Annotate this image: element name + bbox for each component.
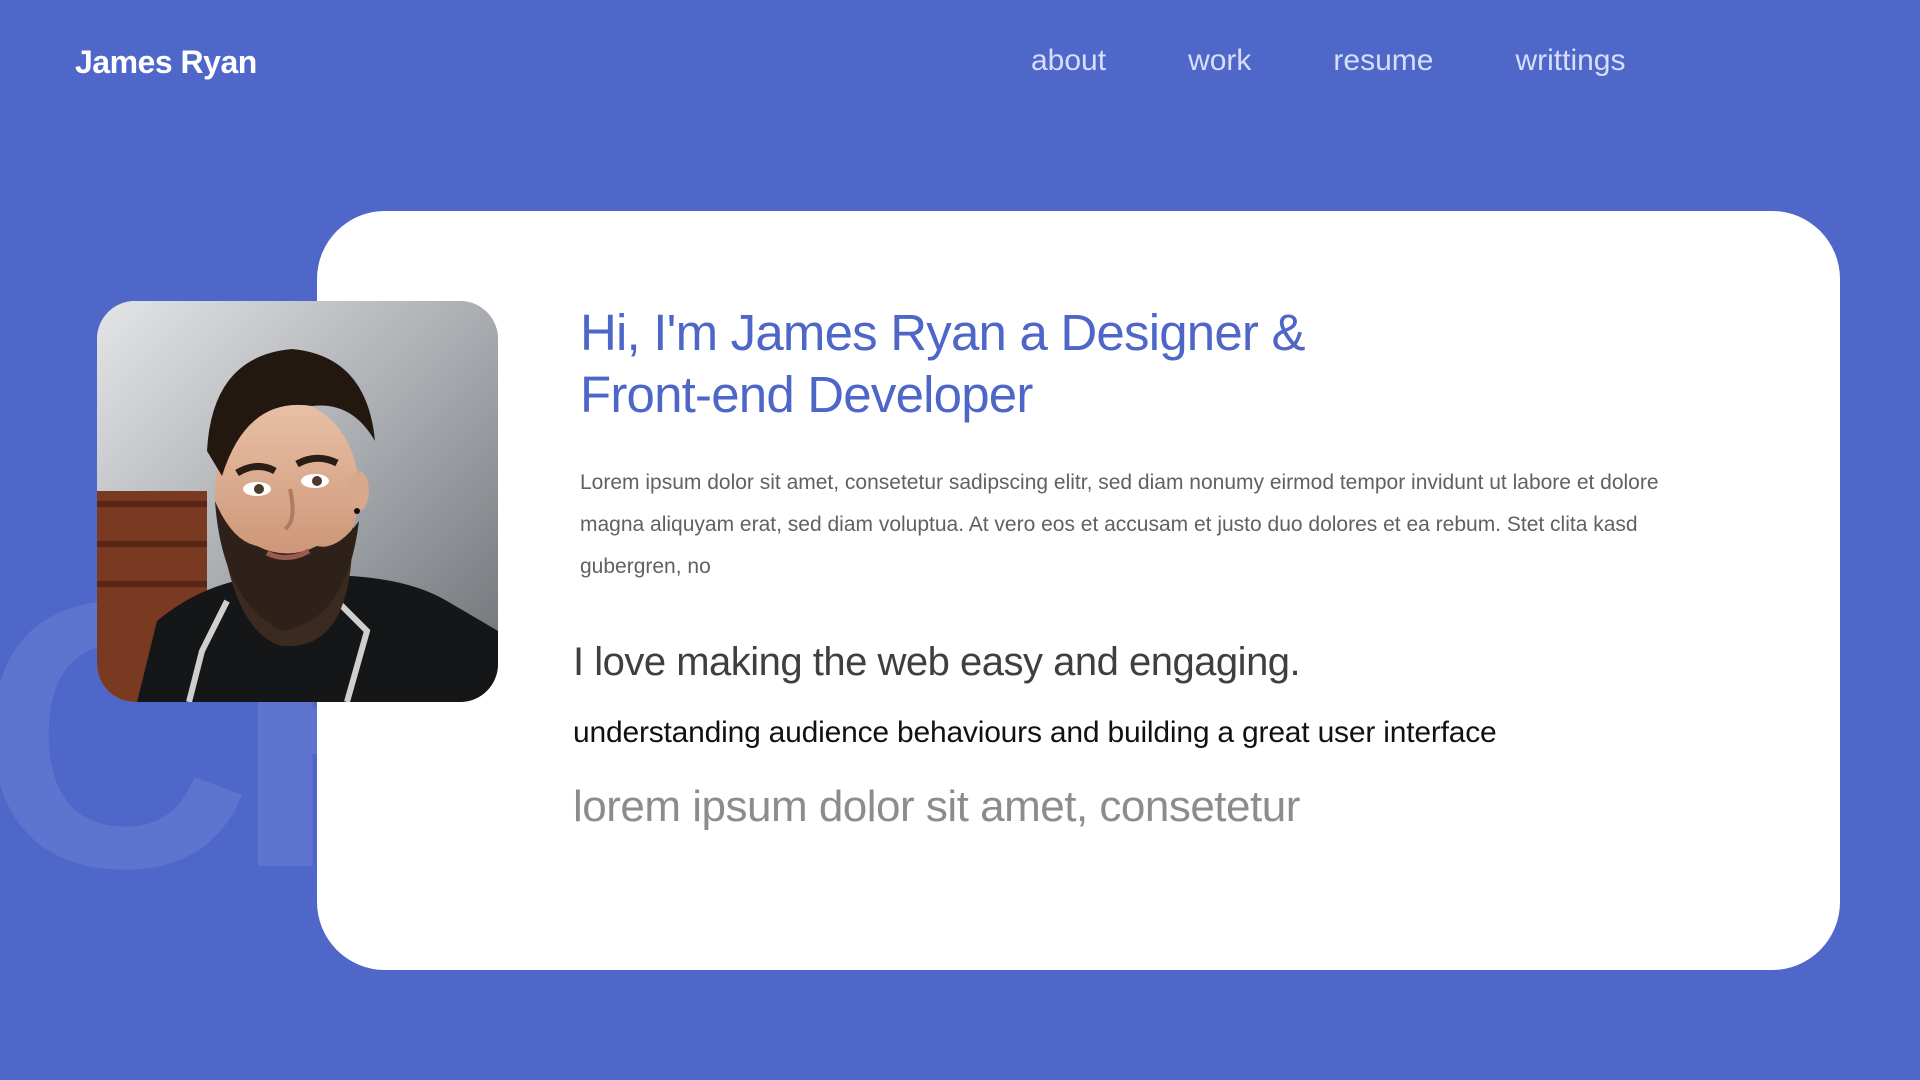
- nav-link-writtings[interactable]: writtings: [1515, 44, 1625, 78]
- hero-title-line-2: Front-end Developer: [580, 366, 1033, 423]
- nav-link-resume[interactable]: resume: [1333, 44, 1433, 78]
- tagline: I love making the web easy and engaging.: [573, 640, 1301, 684]
- hero-intro-paragraph: Lorem ipsum dolor sit amet, consetetur s…: [580, 471, 1659, 578]
- main-nav: about work resume writtings: [1031, 44, 1626, 78]
- nav-link-about[interactable]: about: [1031, 44, 1106, 78]
- hero-title-line-1: Hi, I'm James Ryan a Designer &: [580, 304, 1305, 361]
- lorem-heading: lorem ipsum dolor sit amet, consetetur: [573, 782, 1300, 831]
- nav-link-work[interactable]: work: [1188, 44, 1251, 78]
- portrait-photo-icon: [97, 301, 498, 702]
- site-header: James Ryan about work resume writtings: [0, 0, 1920, 130]
- brand-logo[interactable]: James Ryan: [75, 44, 257, 81]
- hero-title: Hi, I'm James Ryan a Designer & Front-en…: [580, 302, 1480, 426]
- profile-photo: [97, 301, 498, 702]
- subline: understanding audience behaviours and bu…: [573, 716, 1497, 749]
